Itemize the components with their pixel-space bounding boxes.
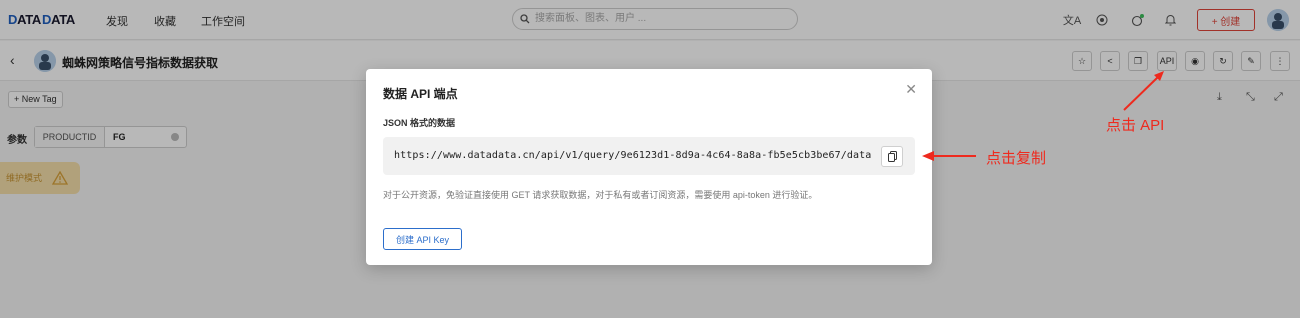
copy-icon xyxy=(887,151,897,162)
annotation-arrow-copy xyxy=(922,151,976,161)
json-label: JSON 格式的数据 xyxy=(383,118,456,128)
annotation-click-copy: 点击复制 xyxy=(986,150,1047,167)
dialog-title: 数据 API 端点 xyxy=(383,87,458,101)
api-endpoint-dialog: 数据 API 端点 ✕ JSON 格式的数据 https://www.datad… xyxy=(366,69,932,265)
create-api-key-button[interactable]: 创建 API Key xyxy=(383,228,462,250)
annotation-click-api: 点击 API xyxy=(1106,117,1165,134)
api-url[interactable]: https://www.datadata.cn/api/v1/query/9e6… xyxy=(394,150,871,161)
close-icon[interactable]: ✕ xyxy=(905,81,917,98)
dialog-description: 对于公开资源，免验证直接使用 GET 请求获取数据，对于私有或者订阅资源，需要使… xyxy=(383,190,818,200)
url-box: https://www.datadata.cn/api/v1/query/9e6… xyxy=(383,137,915,175)
copy-url-button[interactable] xyxy=(881,146,903,167)
annotation-arrow-api xyxy=(1123,71,1164,111)
